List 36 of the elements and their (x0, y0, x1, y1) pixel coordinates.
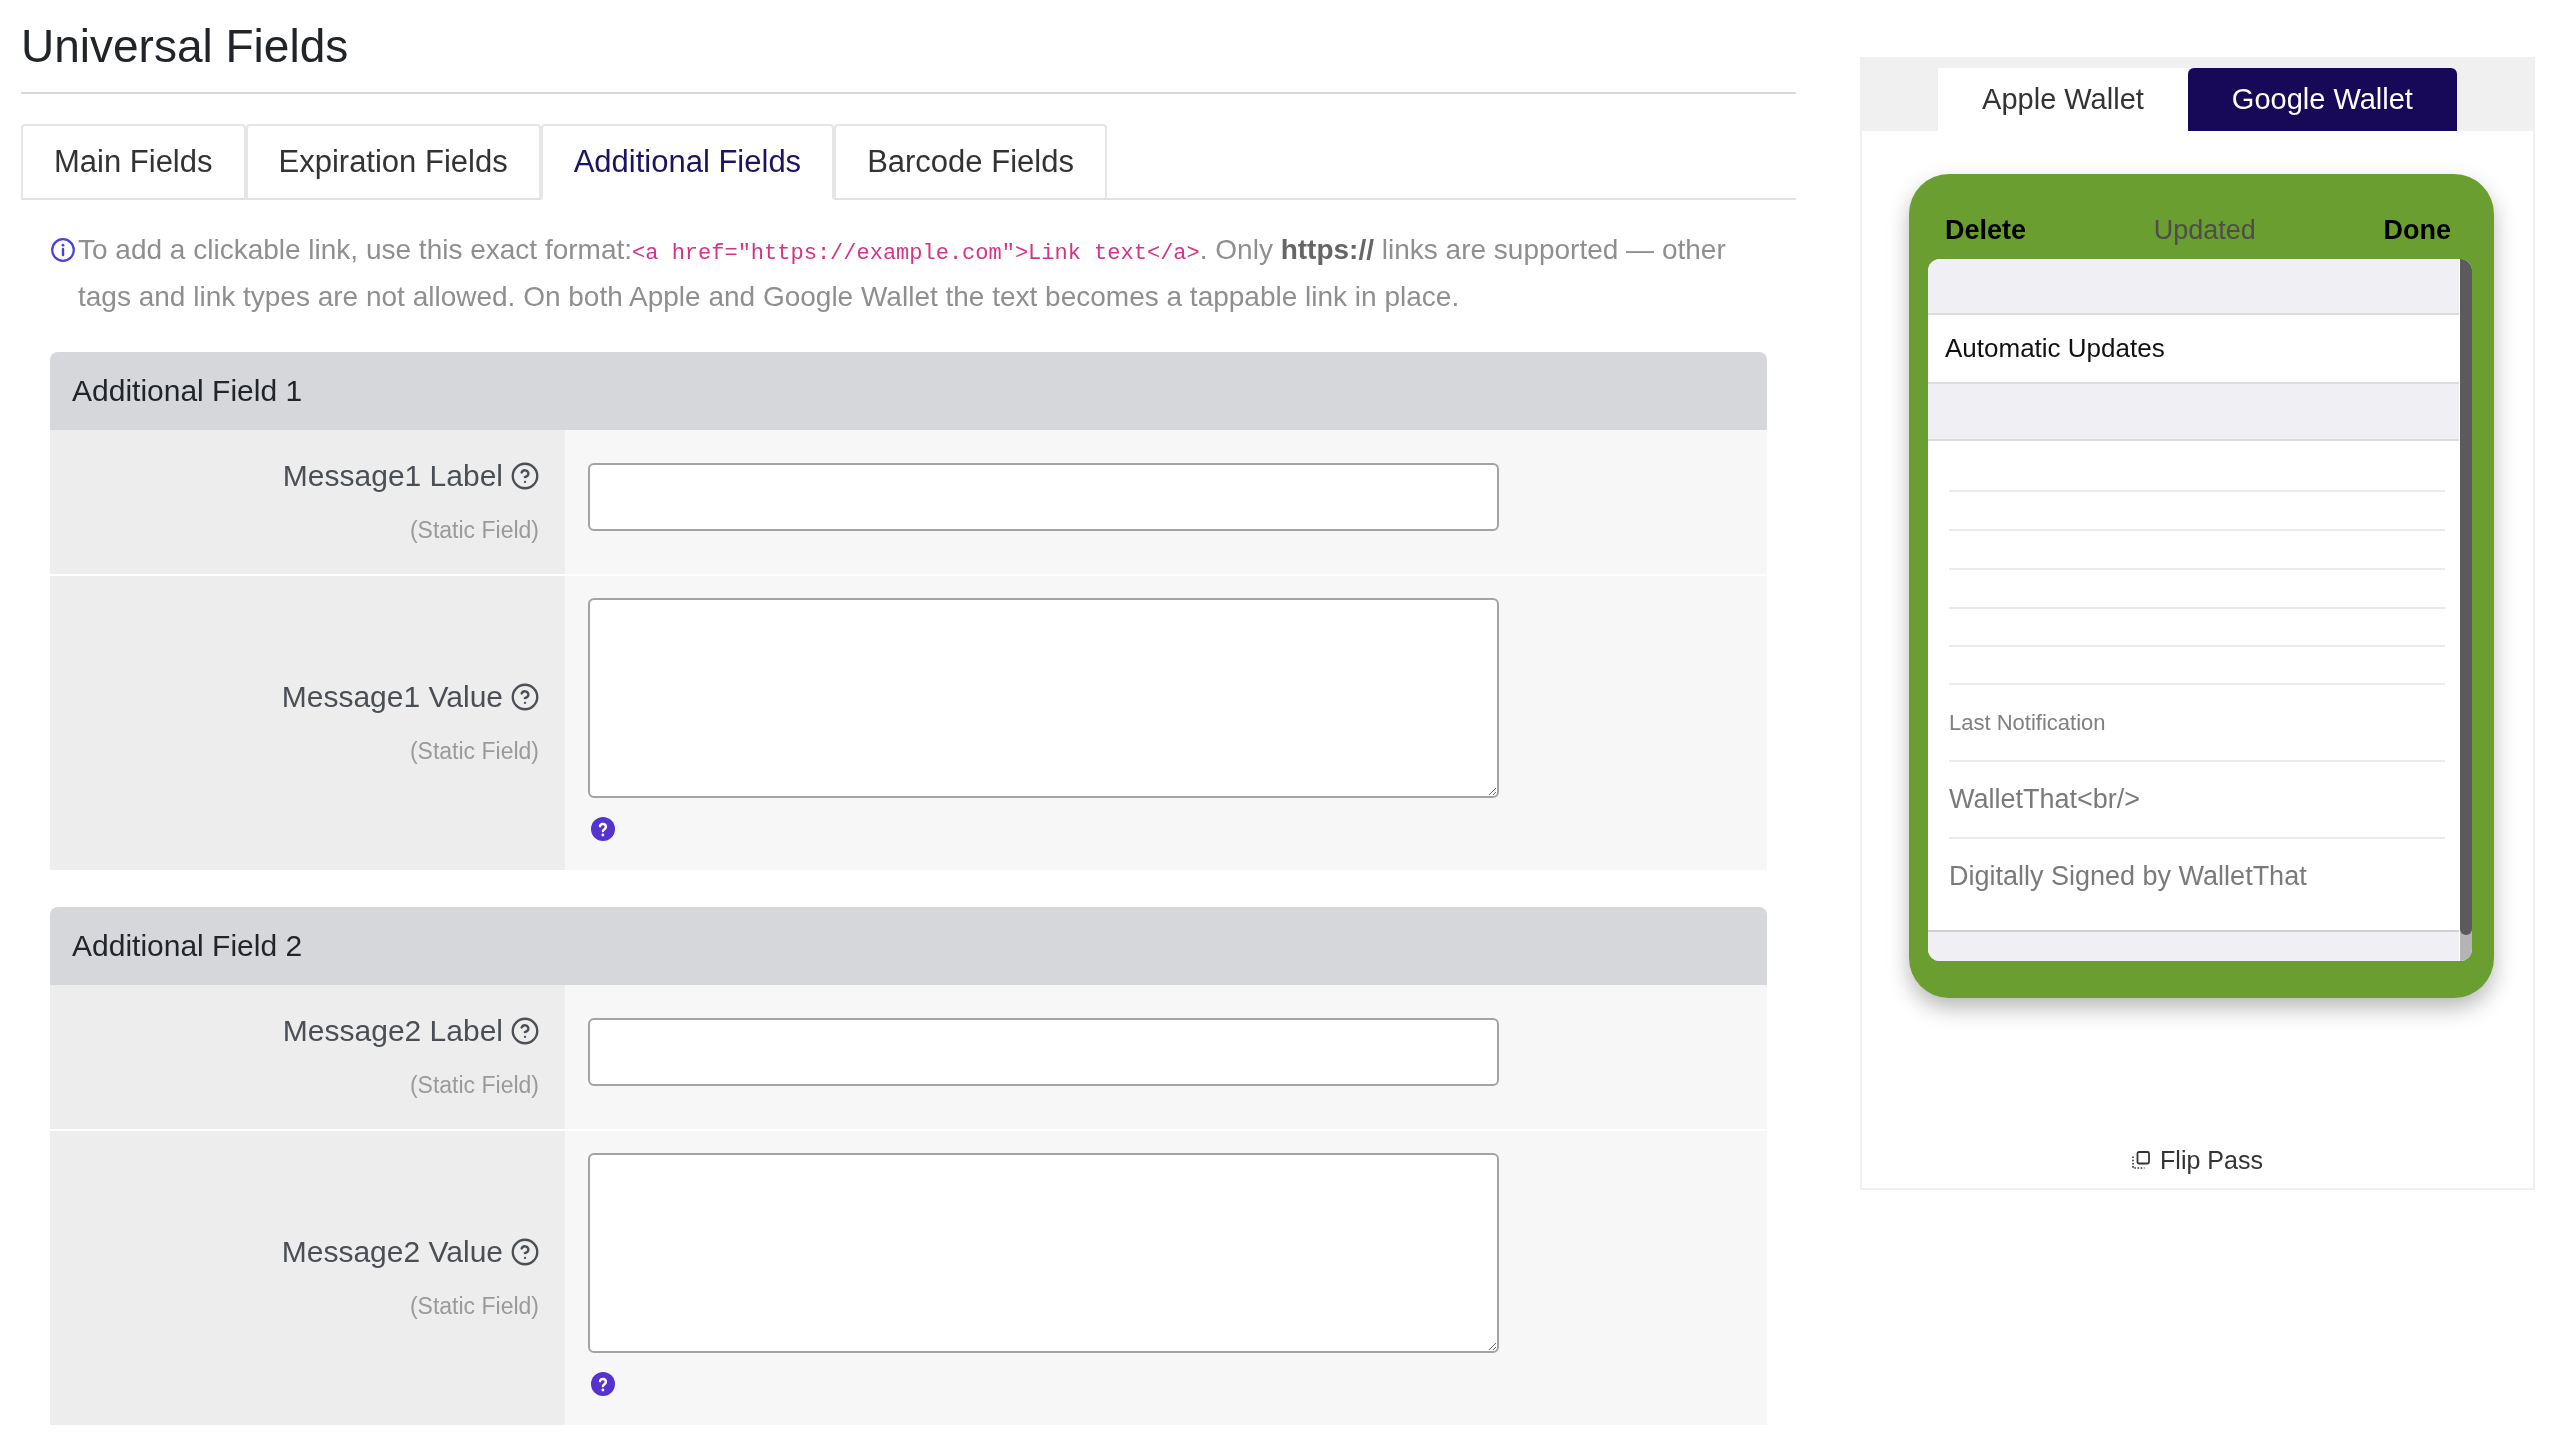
field-label: Message1 Value (281, 679, 503, 715)
help-icon[interactable] (511, 1238, 539, 1266)
field-label: Message2 Label (282, 1013, 503, 1049)
help-icon[interactable] (511, 1017, 539, 1045)
info-icon (51, 238, 75, 262)
wallet-tab[interactable]: Google Wallet (2187, 68, 2457, 131)
tab[interactable]: Expiration Fields (245, 124, 541, 200)
field-label: Message1 Label (282, 458, 503, 494)
text-input[interactable] (588, 1018, 1499, 1086)
tab[interactable]: Additional Fields (540, 124, 835, 200)
section-header: Additional Field 2 (50, 907, 1767, 985)
help-icon[interactable] (591, 817, 615, 841)
field-note: (Static Field) (409, 516, 539, 545)
help-icon[interactable] (511, 462, 539, 490)
field-caption: Last Notification (1949, 709, 2106, 736)
pass-header-button[interactable]: Delete (1945, 210, 2027, 250)
field-note: (Static Field) (409, 1071, 539, 1100)
field-value: WalletThat<br/> (1949, 784, 2141, 815)
section-header: Additional Field 1 (50, 352, 1767, 430)
field-value: Digitally Signed by WalletThat (1949, 861, 2307, 892)
field-note: (Static Field) (409, 1292, 539, 1321)
tab[interactable]: Barcode Fields (834, 124, 1107, 200)
field-label: Message2 Value (281, 1234, 503, 1270)
help-icon[interactable] (511, 683, 539, 711)
info-text: To add a clickable link, use this exact format:<a href="https://example.com">Link text</a>. Only https:// links are supported — other tags and link types are not allowed. On both Apple and Google Wallet the text becomes a tappable link in place. (78, 233, 1727, 314)
flip-button[interactable]: Flip Pass (2132, 1145, 2263, 1175)
tab[interactable]: Main Fields (21, 124, 246, 200)
page-title: Universal Fields (21, 18, 1796, 94)
wallet-tab[interactable]: Apple Wallet (1938, 68, 2188, 131)
scrollbar-thumb[interactable] (2460, 259, 2472, 935)
setting-label: Automatic Updates (1945, 333, 2165, 364)
flip-icon (2132, 1151, 2151, 1169)
text-input[interactable] (588, 463, 1499, 531)
help-icon[interactable] (591, 1372, 615, 1396)
field-note: (Static Field) (409, 737, 539, 766)
pass-header-button[interactable]: Done (2383, 210, 2451, 250)
